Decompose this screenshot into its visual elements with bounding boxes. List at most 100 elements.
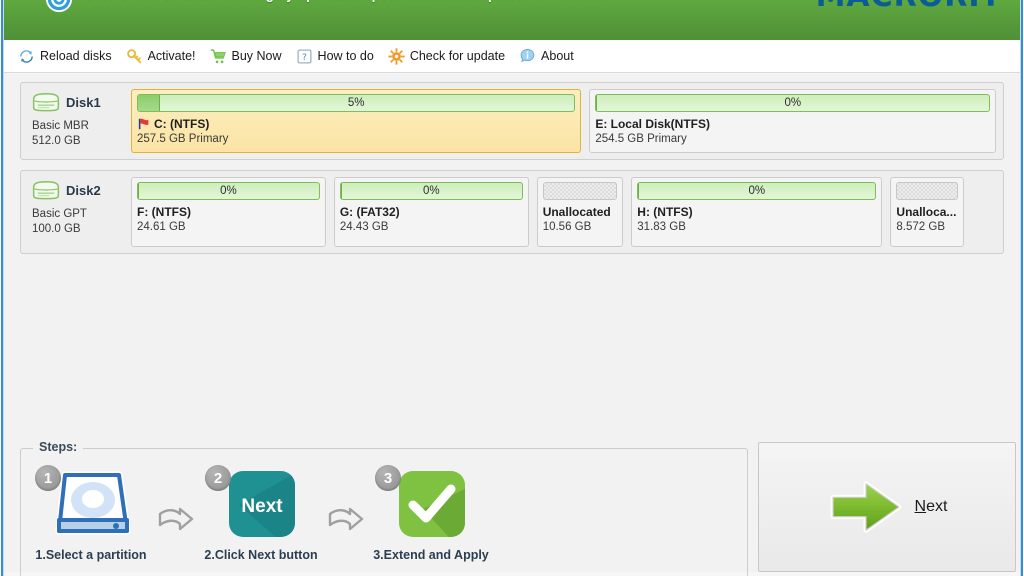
partition-f[interactable]: 0% F: (NTFS) 24.61 GB [131, 177, 326, 247]
disk-header: Disk1 Basic MBR 512.0 GB [27, 89, 125, 153]
usage-percent: 5% [347, 97, 365, 109]
partition-label: Unallocated [542, 205, 611, 219]
toolbar-item-label: Buy Now [231, 49, 282, 63]
usage-bar-fill [638, 183, 640, 199]
app-window: Safe Green software with highly operatio… [0, 0, 1024, 576]
toolbar-item-label: Reload disks [40, 49, 112, 63]
step-caption: 1.Select a partition [35, 548, 147, 562]
reload-icon [20, 49, 33, 63]
gear-icon [388, 47, 405, 65]
key-icon [126, 48, 141, 63]
partition-size: 31.83 GB [637, 221, 686, 233]
disk-name: Disk1 [66, 94, 101, 110]
usage-bar-fill [596, 95, 598, 111]
disk-type: Basic MBR [32, 120, 89, 132]
toolbar-item-how-to-do[interactable]: ? How to do [296, 46, 383, 67]
step-arrow-1 [155, 481, 197, 559]
disk-header: Disk2 Basic GPT 100.0 GB [27, 177, 125, 247]
info-icon [520, 48, 535, 62]
partition-list: 5% C: (NTFS) 257.5 GB Primary 0% E: Loca… [131, 89, 997, 153]
svg-text:?: ? [302, 52, 307, 63]
toolbar-item-check-for-update[interactable]: Check for update [388, 46, 514, 67]
usage-bar: 0% [137, 182, 320, 200]
toolbar-item-reload-disks[interactable]: Reload disks [18, 46, 121, 67]
partition-unallocated-1[interactable]: Unallocated 10.56 GB [536, 177, 624, 247]
partition-h[interactable]: 0% H: (NTFS) 31.83 GB [631, 177, 883, 247]
usage-percent: 0% [422, 185, 440, 197]
partition-label: C: (NTFS) [154, 117, 210, 131]
partition-size: 24.61 GB [137, 221, 186, 233]
partition-label-row: G: (FAT32) [340, 205, 523, 219]
usage-bar: 0% [339, 182, 523, 200]
steps-legend: Steps: [33, 440, 84, 454]
brand-logo: MACRORIT [816, 0, 1002, 14]
partition-g[interactable]: 0% G: (FAT32) 24.43 GB [333, 177, 529, 247]
next-accelerator: N [914, 498, 927, 515]
disk-capacity: 512.0 GB [32, 135, 81, 147]
toolbar-item-label: Check for update [409, 49, 506, 63]
steps-row: 1 1.Select a partition 2 Next 2.Click Ne… [35, 465, 741, 562]
partition-list: 0% F: (NTFS) 24.61 GB 0% G: (FAT32) 24.4… [131, 177, 997, 247]
step-caption: 2.Click Next button [204, 548, 318, 562]
step-2: 2 Next 2.Click Next button [204, 465, 318, 562]
steps-group: Steps: 1 1.Select a partition 2 Next 2.C… [20, 440, 748, 576]
disk-card-disk1[interactable]: Disk1 Basic MBR 512.0 GB 5% C: (NTFS) 25… [20, 82, 1004, 160]
partition-size: 24.43 GB [339, 221, 389, 233]
window-border-right [1020, 0, 1024, 576]
usage-bar: 5% [137, 94, 576, 112]
step-number: 2 [205, 465, 231, 491]
toolbar-item-activate[interactable]: Activate! [126, 46, 205, 67]
disk-info: Basic MBR 512.0 GB [32, 119, 125, 149]
toolbar-item-label: About [541, 49, 574, 63]
help-book-icon: ? [297, 48, 312, 64]
toolbar: Reload disks Activate! Buy Now ? How to … [4, 40, 1020, 73]
usage-bar: 0% [637, 182, 877, 200]
partition-label-row: Unalloca... [896, 205, 958, 219]
partition-size: 10.56 GB [542, 221, 592, 233]
hard-disk-icon [32, 181, 60, 200]
usage-bar: 0% [595, 94, 991, 112]
usage-percent: 0% [784, 97, 802, 109]
banner-tagline: Safe Green software with highly operatio… [86, 0, 607, 2]
hard-disk-icon [32, 93, 60, 112]
disk-card-disk2[interactable]: Disk2 Basic GPT 100.0 GB 0% F: (NTFS) 24… [20, 170, 1004, 254]
disk-info: Basic GPT 100.0 GB [32, 207, 125, 237]
usage-bar-unallocated [896, 182, 959, 200]
partition-label: F: (NTFS) [137, 205, 191, 219]
partition-label-row: Unallocated [543, 205, 618, 219]
step-3: 3 3.Extend and Apply [373, 465, 489, 562]
partition-label-row: H: (NTFS) [637, 205, 876, 219]
cart-icon [210, 48, 226, 63]
banner: Safe Green software with highly operatio… [4, 0, 1020, 40]
partition-label-row: C: (NTFS) [137, 117, 575, 131]
step-1: 1 1.Select a partition [35, 465, 147, 562]
partition-e[interactable]: 0% E: Local Disk(NTFS) 254.5 GB Primary [589, 89, 997, 153]
arrow-right-outline-icon [328, 507, 364, 531]
toolbar-item-label: Activate! [147, 49, 196, 63]
partition-size: 257.5 GB Primary [137, 133, 229, 145]
next-button-panel[interactable]: Next [758, 442, 1016, 572]
disk-capacity: 100.0 GB [32, 223, 81, 235]
arrow-right-outline-icon [158, 507, 194, 531]
toolbar-item-label: How to do [317, 49, 374, 63]
usage-percent: 0% [220, 185, 237, 197]
partition-label: Unalloca... [896, 205, 957, 219]
disk-map-area: Disk1 Basic MBR 512.0 GB 5% C: (NTFS) 25… [4, 74, 1020, 576]
partition-label-row: E: Local Disk(NTFS) [595, 117, 990, 131]
partition-label: E: Local Disk(NTFS) [595, 117, 710, 131]
partition-size: 254.5 GB Primary [595, 133, 687, 145]
next-tile-text: Next [241, 496, 283, 517]
next-button-label[interactable]: Next [915, 498, 948, 516]
partition-c[interactable]: 5% C: (NTFS) 257.5 GB Primary [131, 89, 582, 153]
toolbar-item-about[interactable]: About [519, 46, 583, 67]
partition-label-row: F: (NTFS) [137, 205, 320, 219]
shield-icon [45, 0, 73, 13]
step-number: 1 [35, 465, 61, 491]
green-right-arrow-icon [830, 481, 901, 533]
system-flag-icon [138, 118, 149, 130]
partition-size: 8.572 GB [896, 221, 945, 233]
step-arrow-2 [325, 481, 367, 559]
disk-name: Disk2 [66, 182, 101, 198]
toolbar-item-buy-now[interactable]: Buy Now [210, 46, 291, 67]
partition-unallocated-2[interactable]: Unalloca... 8.572 GB [890, 177, 965, 247]
